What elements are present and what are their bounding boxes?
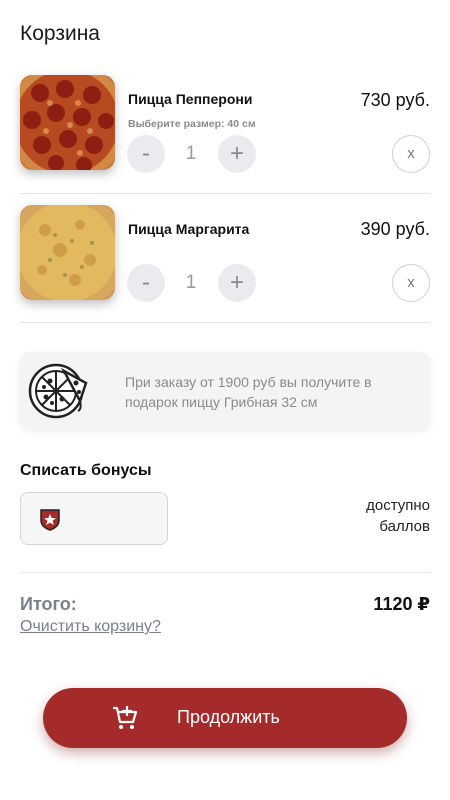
increase-quantity-button[interactable]: + [218, 264, 256, 302]
continue-button[interactable]: Продолжить [43, 688, 407, 748]
clear-cart-link[interactable]: Очистить корзину? [20, 618, 161, 636]
total-value: 1120 ₽ [373, 594, 430, 614]
decrease-quantity-button[interactable]: - [127, 135, 165, 173]
size-selector[interactable]: Выберите размер: 40 см [128, 118, 256, 130]
promo-banner: При заказу от 1900 руб вы получите в под… [20, 352, 430, 428]
pepperoni-pizza-image [20, 75, 115, 170]
bonus-available: доступно баллов [366, 497, 430, 535]
quantity-value: 1 [185, 143, 197, 164]
promo-text: При заказу от 1900 руб вы получите в под… [125, 374, 372, 410]
bonus-title: Списать бонусы [20, 462, 152, 479]
divider [20, 193, 430, 194]
remove-item-button[interactable]: x [392, 135, 430, 173]
cart-add-icon [111, 704, 139, 732]
quantity-value: 1 [185, 272, 197, 293]
bonus-input[interactable] [20, 492, 168, 545]
item-name: Пицца Маргарита [128, 221, 250, 237]
divider [20, 322, 430, 323]
shield-star-icon [39, 507, 61, 531]
remove-item-button[interactable]: x [392, 264, 430, 302]
continue-label: Продолжить [177, 707, 280, 727]
item-price: 390 руб. [360, 219, 430, 239]
increase-quantity-button[interactable]: + [218, 135, 256, 173]
decrease-quantity-button[interactable]: - [127, 264, 165, 302]
item-price: 730 руб. [360, 90, 430, 110]
pizza-icon [28, 361, 88, 419]
cart-item: Пицца Маргарита 390 руб. - 1 + x [20, 205, 430, 305]
margherita-pizza-image [20, 205, 115, 300]
page-title: Корзина [20, 22, 100, 45]
total-label: Итого: [20, 594, 77, 614]
item-name: Пицца Пепперони [128, 91, 253, 107]
cart-item: Пицца Пепперони Выберите размер: 40 см 7… [20, 75, 430, 175]
divider [20, 572, 430, 573]
